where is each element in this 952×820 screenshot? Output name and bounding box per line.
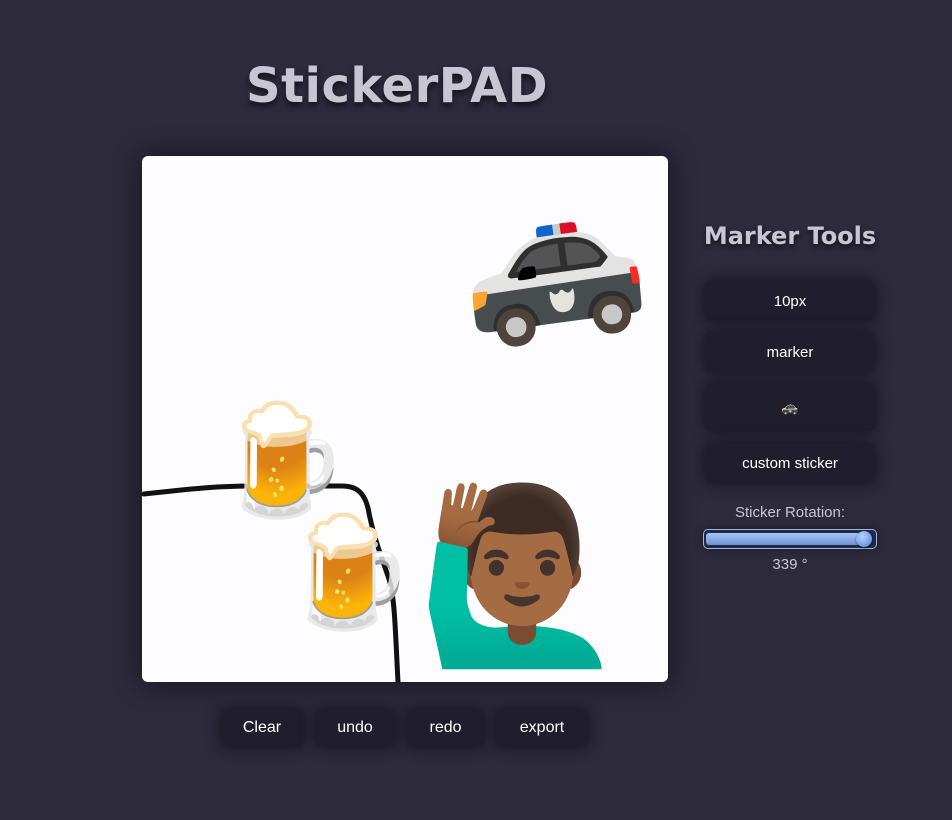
sticker-rotation-label: Sticker Rotation: — [734, 504, 846, 521]
beer-sticker[interactable]: 🍺 — [215, 396, 349, 526]
man-raising-hand-sticker[interactable]: 🙋🏾‍♂️ — [416, 466, 628, 682]
sticker-rotation-slider[interactable] — [704, 530, 876, 548]
drawing-canvas[interactable]: 🚓 🍺 🍺 🙋🏾‍♂️ — [142, 156, 668, 682]
undo-label: undo — [337, 719, 373, 736]
beer-sticker[interactable]: 🍺 — [281, 508, 415, 638]
marker-size-label: 10px — [773, 292, 807, 310]
sticker-rotation-value: 339 ° — [772, 556, 808, 573]
redo-label: redo — [429, 719, 462, 736]
police-car-sticker[interactable]: 🚓 — [444, 156, 659, 366]
sticker-select-button[interactable]: 🚓 — [705, 383, 875, 431]
export-label: export — [519, 719, 565, 736]
tool-mode-label: marker — [766, 343, 814, 361]
marker-size-button[interactable]: 10px — [705, 281, 875, 321]
clear-button[interactable]: Clear — [221, 709, 303, 747]
clear-label: Clear — [242, 719, 282, 736]
beer-mug-icon: 🍺 — [214, 398, 350, 523]
marker-tools-heading: Marker Tools — [703, 222, 877, 250]
man-raising-hand-icon: 🙋🏾‍♂️ — [416, 477, 628, 675]
slider-thumb[interactable] — [856, 531, 873, 547]
tool-mode-button[interactable]: marker — [705, 332, 875, 372]
export-button[interactable]: export — [496, 709, 588, 747]
police-car-icon: 🚓 — [781, 398, 799, 415]
slider-fill — [706, 533, 865, 545]
undo-button[interactable]: undo — [315, 709, 395, 747]
custom-sticker-button[interactable]: custom sticker — [705, 443, 875, 483]
app-root: StickerPAD 🚓 🍺 🍺 🙋🏾‍♂️ Marker Tools 10px… — [0, 0, 952, 820]
app-title: StickerPAD — [246, 58, 549, 114]
redo-button[interactable]: redo — [407, 709, 484, 747]
police-car-icon: 🚓 — [446, 159, 656, 359]
beer-mug-icon: 🍺 — [280, 510, 416, 635]
custom-sticker-label: custom sticker — [742, 454, 838, 472]
